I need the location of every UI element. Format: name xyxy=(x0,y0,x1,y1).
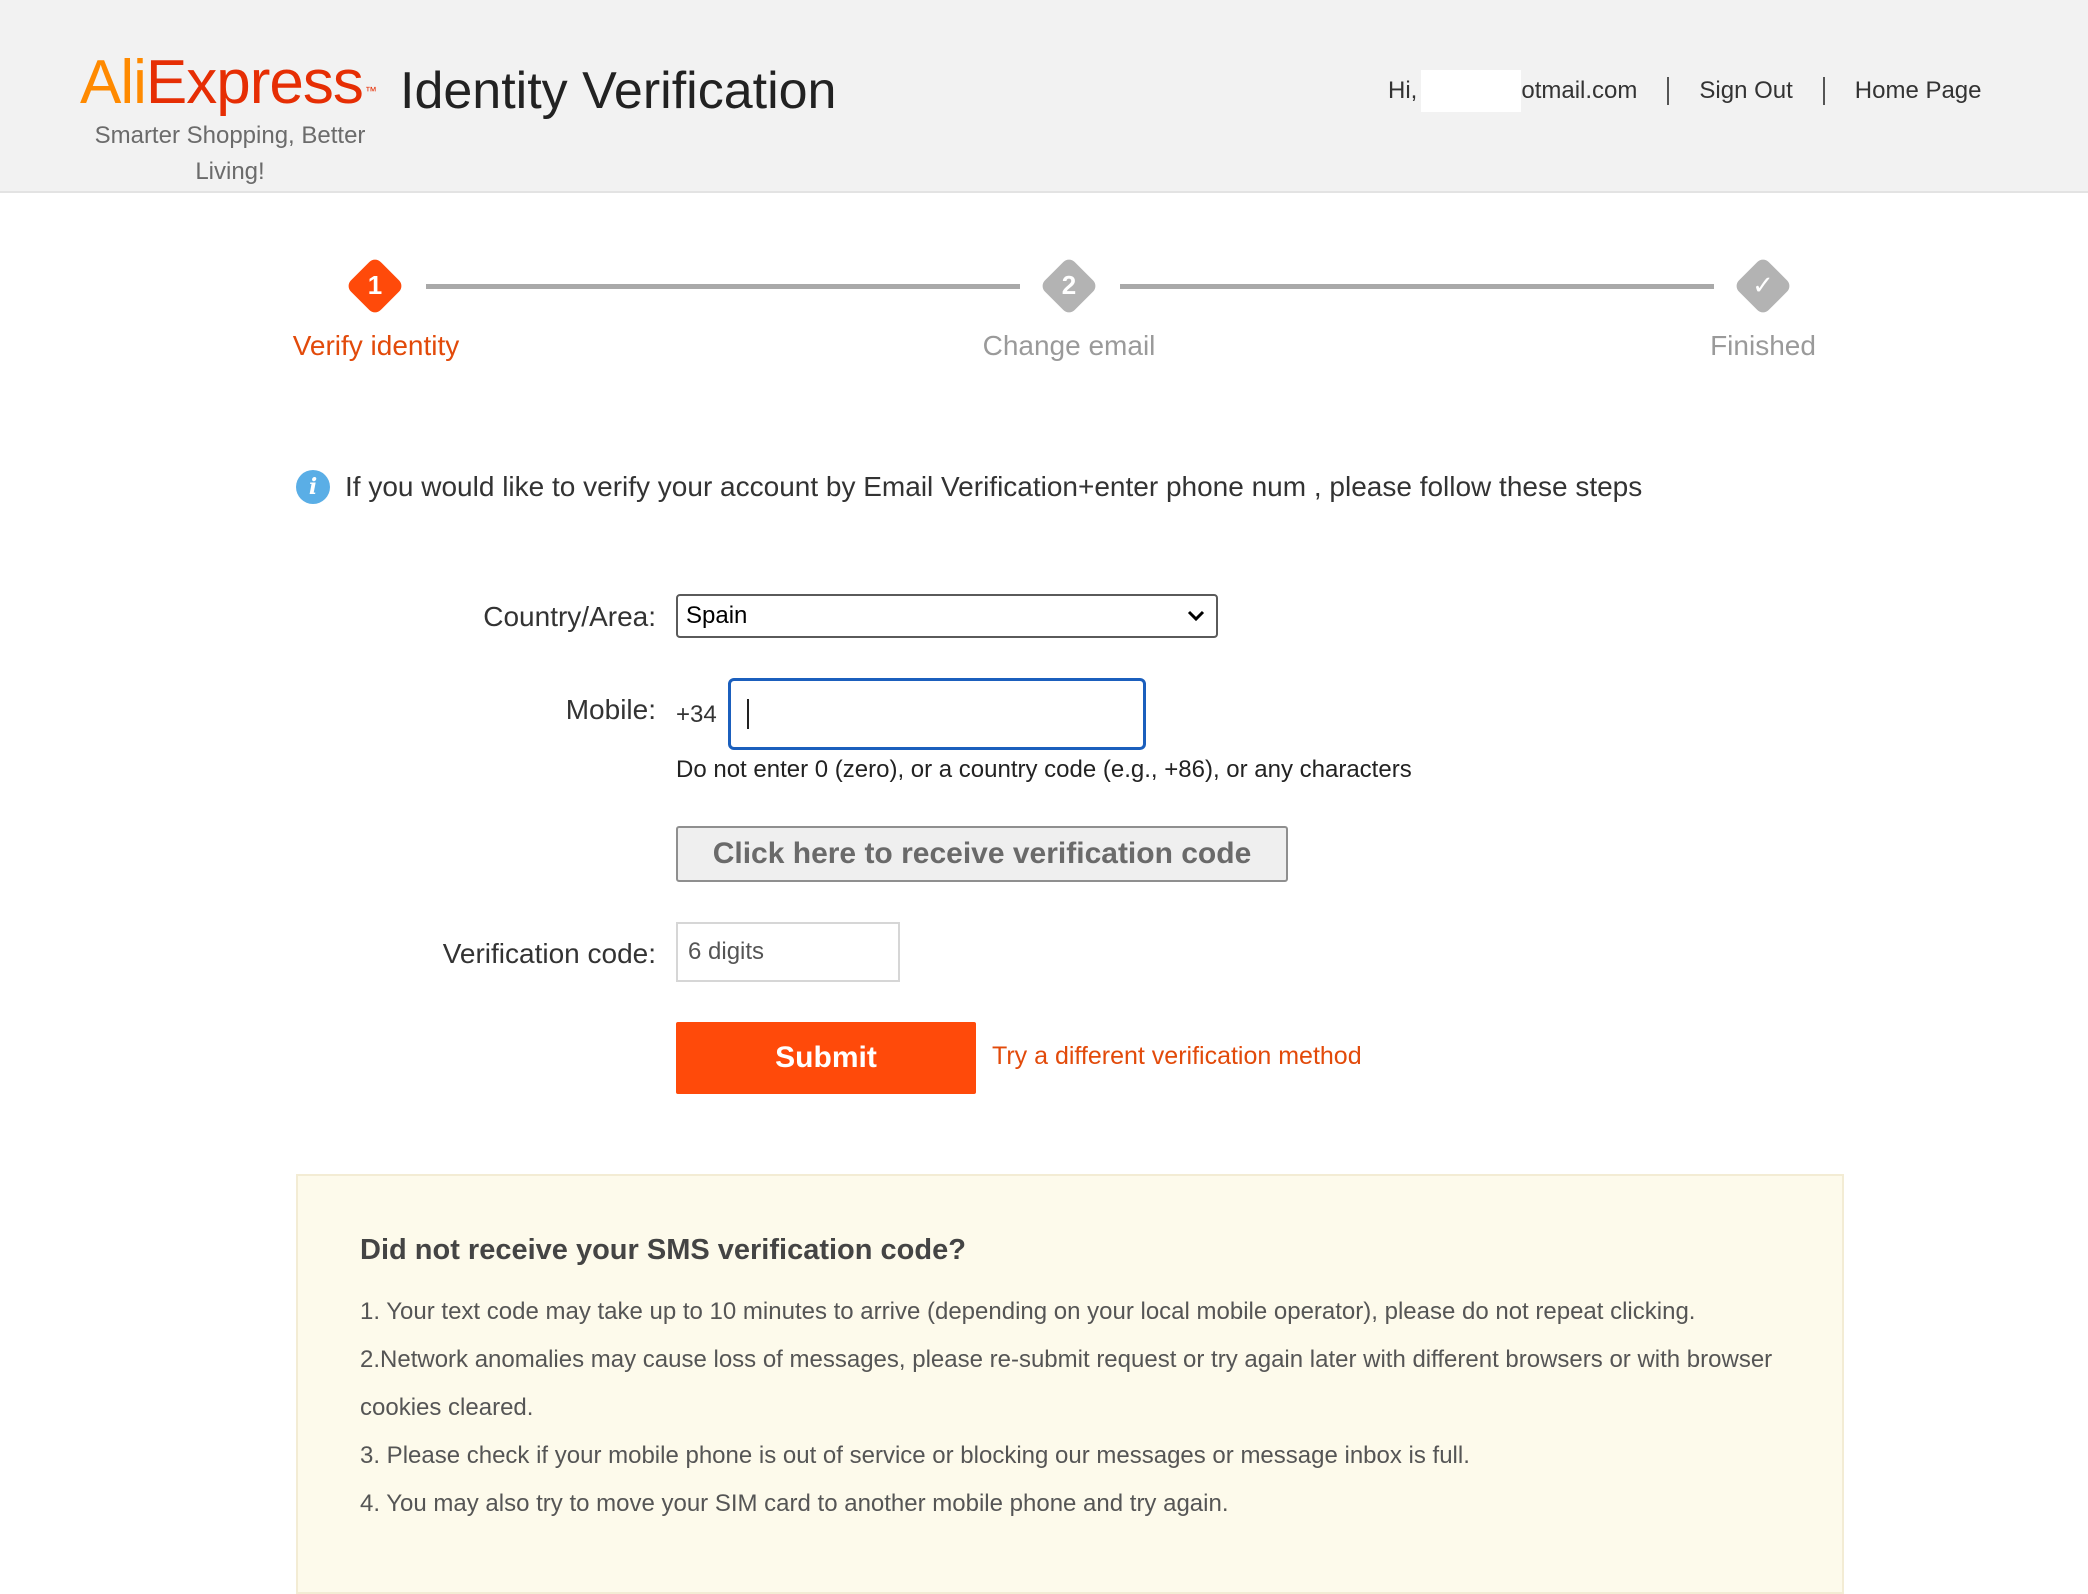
logo-text-express: Express xyxy=(145,48,364,117)
mobile-input[interactable] xyxy=(728,678,1146,750)
step-connector-1 xyxy=(426,284,1020,289)
sms-help-box: Did not receive your SMS verification co… xyxy=(296,1174,1844,1594)
chevron-down-icon xyxy=(1187,610,1205,622)
step-2-label: Change email xyxy=(982,330,1156,361)
country-code-prefix: +34 xyxy=(676,701,717,728)
user-nav: Hi, otmail.com Sign Out Home Page xyxy=(1388,70,1982,112)
logo-trademark: ™ xyxy=(364,84,377,98)
home-page-link[interactable]: Home Page xyxy=(1855,77,1982,105)
receive-code-button[interactable]: Click here to receive verification code xyxy=(676,826,1288,882)
nav-divider xyxy=(1667,77,1670,105)
help-item: 2.Network anomalies may cause loss of me… xyxy=(360,1346,1773,1421)
aliexpress-logo[interactable]: AliExpress ™ xyxy=(80,48,377,117)
sign-out-link[interactable]: Sign Out xyxy=(1699,77,1792,105)
alt-verification-link[interactable]: Try a different verification method xyxy=(992,1040,1362,1072)
nav-divider xyxy=(1822,77,1825,105)
country-select[interactable]: Spain xyxy=(676,594,1218,638)
help-title: Did not receive your SMS verification co… xyxy=(360,1234,966,1266)
step-1-label: Verify identity xyxy=(292,330,460,361)
redacted-email-mask xyxy=(1421,70,1522,112)
info-icon: i xyxy=(296,470,330,504)
country-selected-value: Spain xyxy=(686,602,748,629)
step-2-number: 2 xyxy=(1061,270,1077,300)
page-title: Identity Verification xyxy=(400,62,837,120)
submit-button[interactable]: Submit xyxy=(676,1022,976,1094)
info-message: If you would like to verify your account… xyxy=(345,471,1643,502)
verification-code-label: Verification code: xyxy=(442,938,656,969)
greeting-text: Hi, xyxy=(1388,77,1418,104)
logo-text-ali: Ali xyxy=(80,48,147,117)
checkmark-icon: ✓ xyxy=(1752,270,1774,300)
country-label: Country/Area: xyxy=(483,601,656,632)
step-3-label: Finished xyxy=(1710,330,1816,361)
page-header: AliExpress ™ Smarter Shopping, Better Liv… xyxy=(0,0,2088,193)
help-item: 4. You may also try to move your SIM car… xyxy=(360,1490,1229,1517)
mobile-hint: Do not enter 0 (zero), or a country code… xyxy=(676,756,1412,783)
mobile-label: Mobile: xyxy=(565,694,656,725)
verification-code-input[interactable]: 6 digits xyxy=(676,922,900,982)
logo-tagline: Smarter Shopping, Better Living! xyxy=(94,122,366,185)
text-cursor xyxy=(747,699,749,729)
step-connector-2 xyxy=(1120,284,1714,289)
help-item: 3. Please check if your mobile phone is … xyxy=(360,1442,1470,1469)
user-greeting: Hi, otmail.com xyxy=(1388,70,1637,112)
help-list: 1. Your text code may take up to 10 minu… xyxy=(360,1288,1800,1528)
email-fragment: otmail.com xyxy=(1521,77,1638,104)
help-item: 1. Your text code may take up to 10 minu… xyxy=(360,1298,1696,1325)
step-1-number: 1 xyxy=(367,270,383,300)
